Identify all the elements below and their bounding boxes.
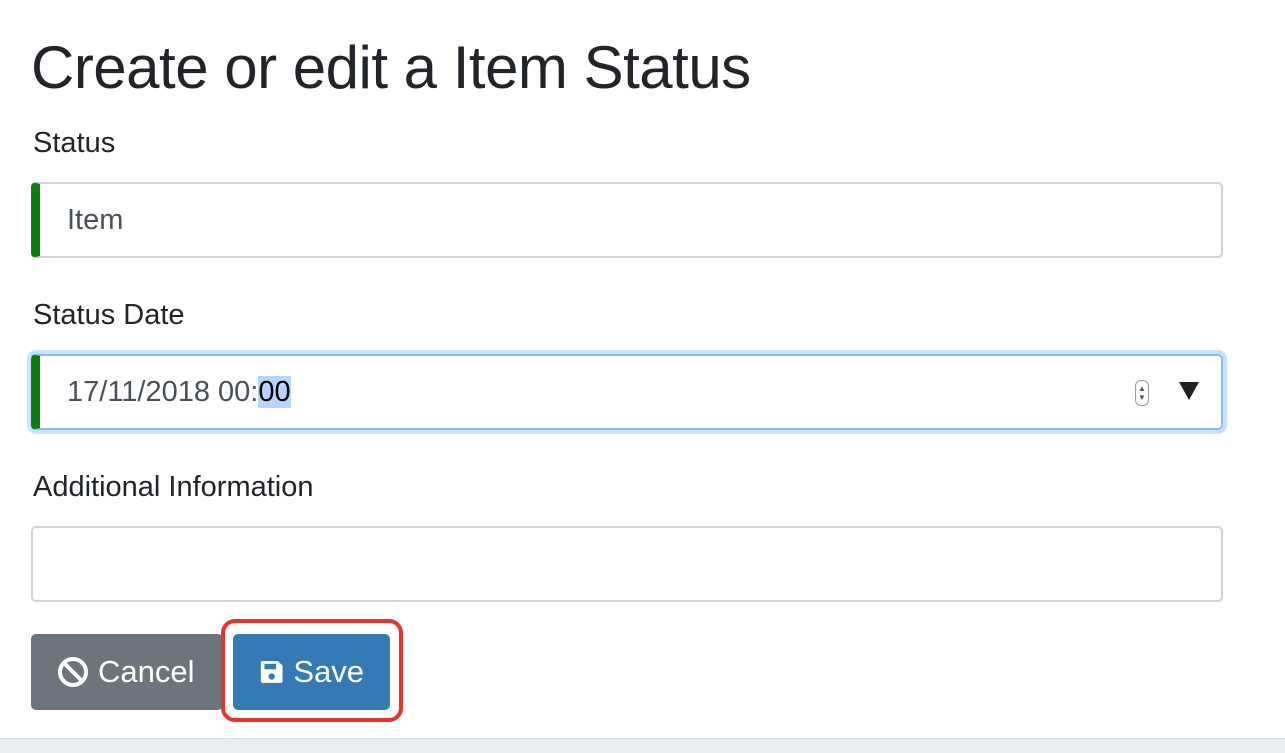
additional-information-label: Additional Information [33,471,314,503]
footer-bar [0,738,1285,753]
floppy-disk-icon [260,661,283,683]
save-button-label: Save [293,654,364,689]
additional-information-input[interactable] [31,526,1223,602]
status-date-value: 17/11/2018 00:00 [40,375,291,409]
spinner-icon[interactable]: ▲ ▼ [1135,380,1149,406]
status-date-label: Status Date [33,299,185,331]
status-input[interactable]: Item [31,182,1223,258]
spinner-down-icon[interactable]: ▼ [1138,393,1146,402]
page: Create or edit a Item Status Status Item… [0,0,1285,753]
dropdown-arrow-icon[interactable] [1179,382,1199,400]
status-input-value: Item [67,203,124,236]
status-date-input[interactable]: 17/11/2018 00:00 ▲ ▼ [31,354,1223,430]
status-label: Status [33,127,116,159]
ban-icon [58,657,88,687]
status-date-selected-segment[interactable]: 00 [258,375,291,408]
spinner-up-icon[interactable]: ▲ [1138,384,1146,393]
cancel-button[interactable]: Cancel [31,634,223,710]
cancel-button-label: Cancel [98,654,195,689]
save-button[interactable]: Save [233,634,390,710]
status-date-value-prefix: 17/11/2018 00: [67,375,259,408]
page-title: Create or edit a Item Status [31,34,751,101]
